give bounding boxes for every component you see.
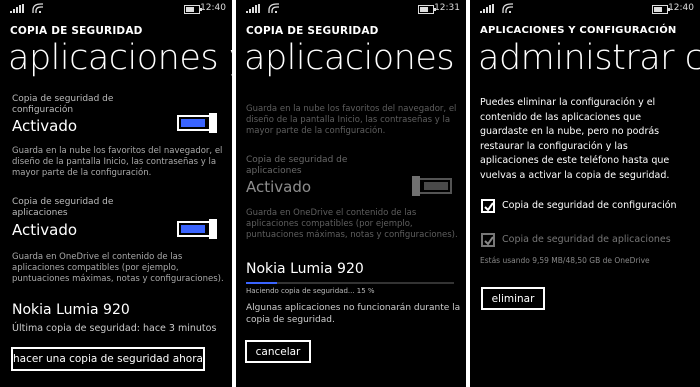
intro-text: Puedes eliminar la configuración y el co… (480, 97, 670, 181)
signal-strength-icon (246, 4, 260, 13)
wifi-icon (32, 3, 43, 13)
backup-progress-bar (246, 282, 454, 284)
apps-backup-description: Guarda en OneDrive el contenido de las a… (246, 208, 458, 240)
apps-backup-description: Guarda en OneDrive el contenido de las a… (12, 252, 224, 284)
app-title: APLICACIONES Y CONFIGURACIÓN (480, 25, 677, 36)
battery-icon (652, 5, 670, 14)
backup-warning: Algunas aplicaciones no funcionarán dura… (246, 303, 461, 325)
apps-backup-value: Activado (12, 221, 78, 239)
apps-backup-toggle[interactable] (412, 176, 452, 196)
checkmark-icon (484, 202, 494, 212)
apps-backup-value: Activado (246, 178, 312, 196)
app-title: COPIA DE SEGURIDAD (246, 25, 379, 37)
wifi-icon (502, 3, 513, 13)
progress-text: Haciendo copia de seguridad... 15 % (246, 287, 375, 295)
screen-manage-backups: 12:40 APLICACIONES Y CONFIGURACIÓN admin… (470, 0, 700, 387)
battery-icon (418, 5, 436, 14)
config-backup-description: Guarda en la nube los favoritos del nave… (12, 146, 223, 178)
onedrive-usage: Estás usando 9,59 MB/48,50 GB de OneDriv… (480, 256, 650, 265)
apps-backup-label: Copia de seguridad de aplicaciones (246, 155, 348, 176)
apps-backup-checkbox[interactable] (481, 233, 495, 247)
device-name: Nokia Lumia 920 (246, 261, 364, 277)
status-bar: 12:40 (470, 0, 700, 18)
apps-backup-checkbox-label[interactable]: Copia de seguridad de aplicaciones (502, 234, 671, 245)
config-backup-checkbox[interactable] (481, 199, 495, 213)
page-title: administrar cop (478, 38, 700, 78)
device-name: Nokia Lumia 920 (12, 302, 130, 318)
page-title: aplicaciones y c (244, 38, 466, 78)
signal-strength-icon (10, 4, 24, 13)
screen-backup-in-progress: 12:31 COPIA DE SEGURIDAD aplicaciones y … (236, 0, 466, 387)
last-backup-text: Última copia de seguridad: hace 3 minuto… (12, 323, 217, 334)
wifi-icon (268, 3, 279, 13)
screen-backup-settings: 12:40 COPIA DE SEGURIDAD aplicaciones y … (0, 0, 232, 387)
status-bar: 12:31 (236, 0, 466, 18)
config-backup-label: Copia de seguridad de configuración (12, 94, 114, 115)
config-backup-value: Activado (12, 117, 78, 135)
clock: 12:40 (668, 3, 694, 13)
apps-backup-label: Copia de seguridad de aplicaciones (12, 197, 114, 218)
config-backup-description: Guarda en la nube los favoritos del nave… (246, 104, 457, 136)
backup-now-button[interactable]: hacer una copia de seguridad ahora (11, 347, 205, 371)
apps-backup-toggle[interactable] (177, 219, 217, 239)
config-backup-toggle[interactable] (177, 113, 217, 133)
config-backup-checkbox-label[interactable]: Copia de seguridad de configuración (502, 200, 677, 211)
status-bar: 12:40 (0, 0, 232, 18)
checkmark-icon (484, 236, 494, 246)
app-title: COPIA DE SEGURIDAD (10, 25, 143, 37)
signal-strength-icon (480, 4, 494, 13)
cancel-button[interactable]: cancelar (245, 340, 311, 363)
clock: 12:40 (200, 3, 226, 13)
clock: 12:31 (434, 3, 460, 13)
battery-icon (184, 5, 202, 14)
page-title: aplicaciones y c (8, 38, 232, 78)
delete-button[interactable]: eliminar (481, 287, 545, 310)
